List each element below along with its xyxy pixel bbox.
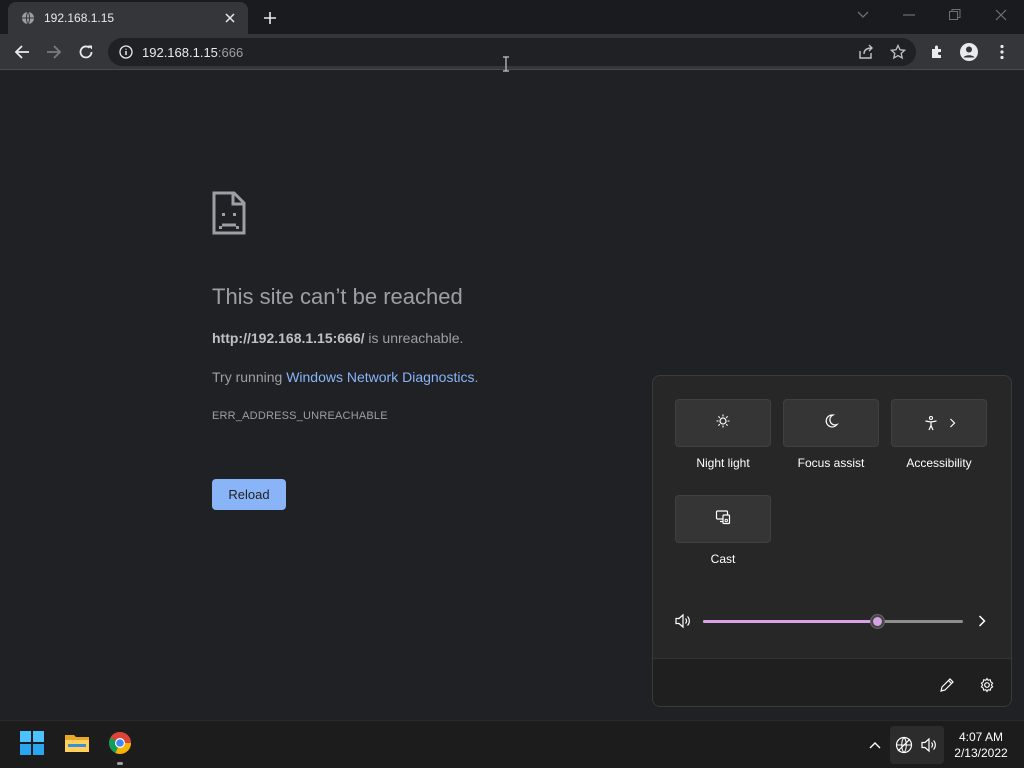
moon-icon bbox=[823, 413, 839, 434]
accessibility-label: Accessibility bbox=[906, 456, 972, 470]
volume-thumb[interactable] bbox=[870, 614, 886, 629]
extensions-icon[interactable] bbox=[923, 38, 951, 66]
tab-strip: 192.168.1.15 bbox=[0, 0, 1024, 34]
address-bar[interactable]: 192.168.1.15:666 bbox=[108, 38, 916, 66]
accessibility-tile[interactable] bbox=[891, 399, 987, 447]
url-text: 192.168.1.15:666 bbox=[142, 45, 243, 60]
diag-prefix: Try running bbox=[212, 369, 287, 385]
minimize-icon[interactable] bbox=[897, 4, 921, 26]
chrome-icon bbox=[108, 731, 132, 760]
reload-button[interactable]: Reload bbox=[212, 479, 286, 510]
focus-assist-tile[interactable] bbox=[783, 399, 879, 447]
tab-title: 192.168.1.15 bbox=[44, 11, 115, 25]
edit-pencil-icon[interactable] bbox=[935, 673, 959, 697]
network-diagnostics-link[interactable]: Windows Network Diagnostics bbox=[286, 369, 474, 385]
restore-icon[interactable] bbox=[943, 4, 967, 26]
share-icon[interactable] bbox=[852, 38, 880, 66]
menu-kebab-icon[interactable] bbox=[988, 38, 1016, 66]
tab-search-icon[interactable] bbox=[851, 4, 875, 26]
volume-tray-icon bbox=[919, 736, 939, 754]
profile-icon[interactable] bbox=[955, 38, 983, 66]
error-url: http://192.168.1.15:666/ bbox=[212, 330, 365, 346]
url-port: :666 bbox=[217, 44, 244, 60]
url-host: 192.168.1.15 bbox=[142, 44, 218, 60]
diag-suffix: . bbox=[474, 369, 479, 385]
accessibility-icon bbox=[923, 415, 956, 431]
back-button[interactable] bbox=[8, 38, 36, 66]
cast-tile[interactable] bbox=[675, 495, 771, 543]
quick-settings-panel: Night light Focus assist Accessibility C… bbox=[652, 375, 1012, 707]
cast-label: Cast bbox=[710, 552, 736, 566]
taskbar: 4:07 AM 2/13/2022 bbox=[0, 720, 1024, 768]
browser-toolbar: 192.168.1.15:666 bbox=[0, 34, 1024, 70]
night-light-label: Night light bbox=[696, 456, 750, 470]
clock-time: 4:07 AM bbox=[958, 730, 1004, 744]
diagnostics-hint: Try running Windows Network Diagnostics. bbox=[212, 369, 478, 385]
volume-slider[interactable] bbox=[703, 614, 963, 629]
night-light-tile[interactable] bbox=[675, 399, 771, 447]
volume-fill bbox=[703, 620, 878, 623]
network-globe-icon bbox=[894, 736, 914, 754]
clock-date: 2/13/2022 bbox=[954, 746, 1008, 760]
windows-logo-icon bbox=[20, 730, 44, 760]
tray-chevron-up-icon[interactable] bbox=[866, 735, 884, 755]
text-cursor-icon bbox=[503, 56, 509, 72]
cast-icon bbox=[715, 509, 731, 530]
new-tab-button[interactable] bbox=[258, 6, 282, 30]
running-indicator bbox=[117, 762, 123, 765]
quick-settings-footer bbox=[653, 658, 1011, 706]
night-light-icon bbox=[715, 413, 731, 434]
error-title: This site can’t be reached bbox=[212, 284, 463, 309]
reload-toolbar-button[interactable] bbox=[72, 38, 100, 66]
chevron-right-icon bbox=[949, 418, 955, 428]
file-explorer-button[interactable] bbox=[61, 729, 93, 761]
error-code: ERR_ADDRESS_UNREACHABLE bbox=[212, 410, 388, 422]
browser-tab[interactable]: 192.168.1.15 bbox=[8, 2, 248, 34]
audio-output-chevron-icon[interactable] bbox=[971, 610, 993, 632]
forward-button[interactable] bbox=[40, 38, 68, 66]
error-description: http://192.168.1.15:666/ is unreachable. bbox=[212, 330, 463, 346]
screen: 192.168.1.15 192.168.1.15:666 This site … bbox=[0, 0, 1024, 768]
close-tab-icon[interactable] bbox=[222, 10, 238, 26]
folder-icon bbox=[64, 732, 90, 759]
focus-assist-label: Focus assist bbox=[797, 456, 865, 470]
sad-page-icon bbox=[212, 191, 246, 235]
error-desc-suffix: is unreachable. bbox=[364, 330, 464, 346]
speaker-icon[interactable] bbox=[673, 612, 693, 630]
info-icon[interactable] bbox=[112, 38, 140, 66]
settings-gear-icon[interactable] bbox=[975, 673, 999, 697]
quick-settings-tray[interactable] bbox=[890, 726, 944, 764]
taskbar-clock[interactable]: 4:07 AM 2/13/2022 bbox=[948, 729, 1014, 761]
close-window-icon[interactable] bbox=[989, 4, 1013, 26]
chrome-taskbar-button[interactable] bbox=[104, 729, 136, 761]
globe-icon bbox=[20, 10, 36, 26]
start-button[interactable] bbox=[16, 729, 48, 761]
bookmark-star-icon[interactable] bbox=[884, 38, 912, 66]
